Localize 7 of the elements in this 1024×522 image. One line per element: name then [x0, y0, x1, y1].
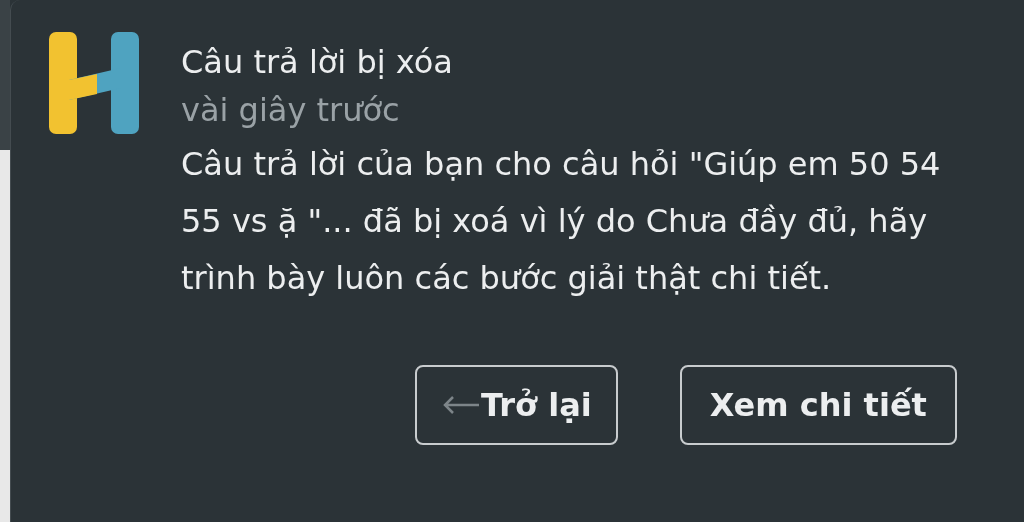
arrow-left-icon	[441, 395, 481, 415]
notification-title: Câu trả lời bị xóa	[181, 42, 454, 83]
details-button[interactable]: Xem chi tiết	[679, 365, 957, 445]
back-button[interactable]: Trở lại	[415, 365, 618, 445]
notification-message: Câu trả lời của bạn cho câu hỏi "Giúp em 50 54 55 vs ặ "... đã bị xoá vì lý do Chưa đầy đủ, hãy trình bày luôn các bước giải thật chi tiết.	[181, 144, 942, 299]
timestamp: vài giây trước	[181, 90, 401, 131]
logo-icon	[49, 30, 141, 136]
